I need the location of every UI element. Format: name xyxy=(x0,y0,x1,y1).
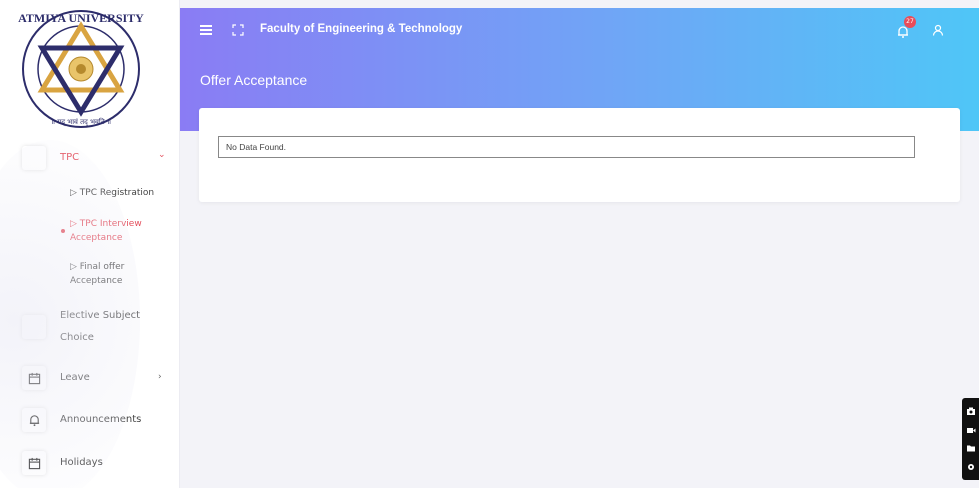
camera-icon[interactable] xyxy=(966,406,976,416)
calendar-icon xyxy=(22,451,46,475)
bell-outline-icon xyxy=(22,408,46,432)
notification-badge: 27 xyxy=(904,16,916,28)
user-icon[interactable] xyxy=(932,24,944,36)
folder-icon[interactable] xyxy=(966,443,976,453)
active-indicator-dot xyxy=(61,229,65,233)
video-icon[interactable] xyxy=(966,425,976,435)
sidebar-item-tpc[interactable]: TPC ⌄ xyxy=(22,146,172,170)
sidebar-item-label: Leave xyxy=(60,372,90,383)
gear-icon[interactable] xyxy=(966,462,976,472)
content-card: No Data Found. xyxy=(199,108,960,202)
hamburger-icon[interactable] xyxy=(200,25,212,35)
calendar-icon xyxy=(22,366,46,390)
sidebar-item-label: TPC xyxy=(60,152,80,163)
sidebar-item-announcements[interactable]: Announcements xyxy=(22,408,172,432)
page-title: Offer Acceptance xyxy=(200,72,308,88)
elective-icon xyxy=(22,315,46,339)
university-logo[interactable]: ATMIYA UNIVERSITY ॥ यद् भावं तद् भवति ॥ xyxy=(18,8,144,130)
empty-state-message: No Data Found. xyxy=(218,136,915,158)
tpc-icon xyxy=(22,146,46,170)
sidebar: ATMIYA UNIVERSITY ॥ यद् भावं तद् भवति ॥ … xyxy=(0,0,180,488)
sidebar-item-label: Announcements xyxy=(60,414,142,425)
sidebar-item-leave[interactable]: Leave › xyxy=(22,366,172,390)
sidebar-item-holidays[interactable]: Holidays xyxy=(22,451,172,475)
chevron-down-icon: ⌄ xyxy=(158,150,166,160)
sidebar-item-label: Elective Subject Choice xyxy=(60,310,141,343)
logo-text: ATMIYA UNIVERSITY xyxy=(18,11,144,25)
sidebar-subitem-tpc-interview-acceptance[interactable]: ▷ TPC Interview Acceptance xyxy=(70,217,148,245)
sidebar-subitem-final-offer-acceptance[interactable]: ▷ Final offer Acceptance xyxy=(70,260,148,288)
chevron-right-icon: › xyxy=(158,372,162,382)
sidebar-item-label: Holidays xyxy=(60,457,103,468)
faculty-title: Faculty of Engineering & Technology xyxy=(260,23,463,35)
fullscreen-icon[interactable] xyxy=(232,24,244,36)
sidebar-subitem-tpc-registration[interactable]: ▷ TPC Registration xyxy=(70,186,170,200)
logo-motto: ॥ यद् भावं तद् भवति ॥ xyxy=(51,117,111,126)
sidebar-item-elective-subject-choice[interactable]: Elective Subject Choice xyxy=(22,305,172,349)
floating-toolbar xyxy=(962,398,979,480)
